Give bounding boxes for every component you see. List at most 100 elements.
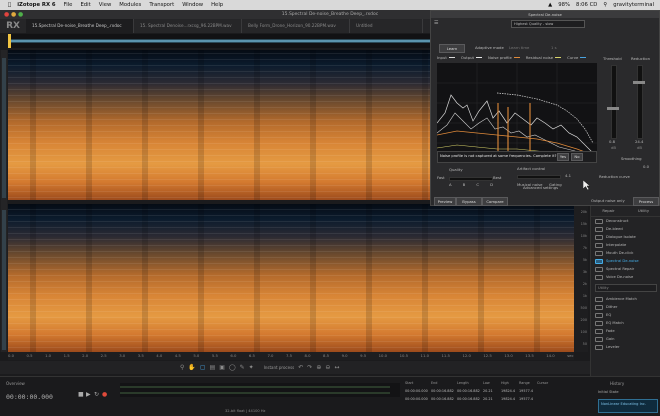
preview-button[interactable]: Preview: [434, 197, 456, 206]
stop-button[interactable]: ■: [78, 391, 84, 398]
module-item[interactable]: Dither: [591, 303, 660, 311]
instant-process-label[interactable]: Instant process: [264, 363, 295, 373]
advanced-settings[interactable]: Advanced settings: [523, 185, 558, 190]
legend-item[interactable]: Residual noise: [526, 55, 562, 60]
menu-transport[interactable]: Transport: [149, 2, 174, 8]
module-item[interactable]: Ambience Match: [591, 295, 660, 303]
time-ruler[interactable]: 0.0 0.5 1.0 1.5 2.0 2.5 3.0 3.5 4.0 4.5 5.0 5.5 6.0 6…: [8, 352, 574, 360]
legend-item[interactable]: Input: [437, 55, 455, 60]
module-item[interactable]: Dialogue Isolate: [591, 233, 660, 241]
legend-item[interactable]: Curve: [567, 55, 587, 60]
reduction-curve-label[interactable]: Reduction curve: [599, 174, 630, 179]
timecode-display[interactable]: 00:00:00.000: [6, 393, 53, 401]
quality-b[interactable]: B: [463, 182, 466, 187]
presets-menu-icon[interactable]: ☰: [434, 20, 438, 26]
waveform-overview[interactable]: [8, 34, 430, 48]
threshold-handle[interactable]: [607, 107, 619, 110]
quality-a[interactable]: A: [449, 182, 452, 187]
menu-help[interactable]: Help: [211, 2, 223, 8]
zoom-in-icon[interactable]: ⊕: [316, 363, 321, 373]
adaptive-mode-label[interactable]: Adaptive mode: [475, 45, 504, 50]
hand-icon[interactable]: ✋: [188, 363, 195, 373]
quality-c[interactable]: C: [476, 182, 479, 187]
compare-button[interactable]: Compare: [482, 197, 508, 206]
menu-edit[interactable]: Edit: [80, 2, 90, 8]
no-button[interactable]: No: [571, 153, 583, 161]
module-item[interactable]: Voice De-noise: [591, 273, 660, 281]
view-value[interactable]: 00:00:16.882: [431, 397, 454, 401]
play-button[interactable]: ▶: [86, 391, 91, 398]
record-button[interactable]: ●: [102, 391, 107, 398]
search-icon[interactable]: ⚲: [603, 2, 607, 8]
view-value[interactable]: 00:00:00.000: [405, 397, 428, 401]
menu-window[interactable]: Window: [182, 2, 203, 8]
quality-d[interactable]: D: [490, 182, 493, 187]
smoothing-value[interactable]: 0.0: [643, 164, 649, 169]
view-value[interactable]: 00:00:16.882: [457, 397, 480, 401]
tab-file-3[interactable]: Belly Form_Drone_Horizon_90.22BPM.wav: [242, 19, 350, 33]
tab-file-2[interactable]: 15. Spectral Denoise...rxcsg_96.22BPM.wa…: [134, 19, 242, 33]
artifact-slider[interactable]: [517, 175, 561, 179]
output-noise-only[interactable]: Output noise only: [591, 198, 625, 203]
minimize-window-icon[interactable]: ●: [11, 10, 16, 19]
tab-file-1[interactable]: 15.Spectral De-noise_Breathe Deep_.rxdoc: [26, 19, 134, 33]
bypass-button[interactable]: Bypass: [456, 197, 482, 206]
zoom-window-icon[interactable]: ●: [18, 10, 23, 19]
sel-value[interactable]: 19577.4: [519, 389, 533, 393]
menu-modules[interactable]: Modules: [119, 2, 141, 8]
wifi-icon[interactable]: ▲: [548, 2, 552, 8]
sel-value[interactable]: 00:00:00.000: [405, 389, 428, 393]
tab-repair[interactable]: Repair: [591, 206, 626, 216]
tab-utility[interactable]: Utility: [626, 206, 660, 216]
redo-icon[interactable]: ↷: [307, 363, 312, 373]
module-item[interactable]: Fade: [591, 327, 660, 335]
module-item[interactable]: De-bleed: [591, 225, 660, 233]
learn-time-value[interactable]: 1 s: [551, 45, 557, 50]
quality-slider[interactable]: [449, 177, 493, 181]
preset-dropdown[interactable]: Highest Quality - slow: [511, 20, 585, 28]
yes-button[interactable]: Yes: [557, 153, 569, 161]
battery-status[interactable]: 98%: [558, 2, 570, 8]
menu-file[interactable]: File: [64, 2, 73, 8]
learn-button[interactable]: Learn: [439, 44, 465, 53]
legend-item[interactable]: Output: [461, 55, 483, 60]
module-item[interactable]: Mouth De-click: [591, 249, 660, 257]
brush-icon[interactable]: ✎: [240, 363, 245, 373]
frequency-selection-icon[interactable]: ▤: [210, 363, 216, 373]
module-item[interactable]: Interpolate: [591, 241, 660, 249]
threshold-slider[interactable]: [611, 65, 617, 139]
menu-view[interactable]: View: [99, 2, 112, 8]
apple-icon[interactable]: : [8, 2, 11, 8]
menu-app-name[interactable]: iZotope RX 6: [17, 2, 55, 8]
user-name[interactable]: gravityterminal: [613, 2, 654, 8]
close-window-icon[interactable]: ●: [4, 10, 9, 19]
fit-icon[interactable]: ↔: [334, 363, 339, 373]
reduction-slider[interactable]: [637, 65, 643, 139]
threshold-value[interactable]: 0.8: [609, 139, 615, 144]
time-selection-icon[interactable]: ▢: [200, 363, 206, 373]
module-item[interactable]: Spectral De-noise: [591, 257, 660, 265]
zoom-icon[interactable]: ⚲: [180, 363, 184, 373]
sel-value[interactable]: 19824.4: [501, 389, 515, 393]
legend-item[interactable]: Noise profile: [488, 55, 520, 60]
clock[interactable]: 8:06 CD: [576, 2, 597, 8]
module-item[interactable]: Spectral Repair: [591, 265, 660, 273]
module-item[interactable]: Gain: [591, 335, 660, 343]
sel-value[interactable]: 00:00:16.882: [431, 389, 454, 393]
process-button[interactable]: Process: [633, 197, 659, 206]
module-item[interactable]: EQ Match: [591, 319, 660, 327]
undo-icon[interactable]: ↶: [298, 363, 303, 373]
module-item[interactable]: Leveler: [591, 343, 660, 351]
artifact-value[interactable]: 4.1: [565, 173, 571, 178]
lasso-icon[interactable]: ◯: [229, 363, 236, 373]
sel-value[interactable]: 00:00:16.882: [457, 389, 480, 393]
module-filter[interactable]: Utility: [595, 284, 657, 292]
zoom-out-icon[interactable]: ⊖: [325, 363, 330, 373]
view-value[interactable]: 20.21: [483, 397, 493, 401]
sel-value[interactable]: 20.21: [483, 389, 493, 393]
module-item[interactable]: Deconstruct: [591, 217, 660, 225]
tab-file-4[interactable]: Untitled: [350, 19, 423, 33]
view-value[interactable]: 19577.4: [519, 397, 533, 401]
loop-button[interactable]: ↻: [94, 391, 99, 398]
magic-wand-icon[interactable]: ✦: [249, 363, 254, 373]
